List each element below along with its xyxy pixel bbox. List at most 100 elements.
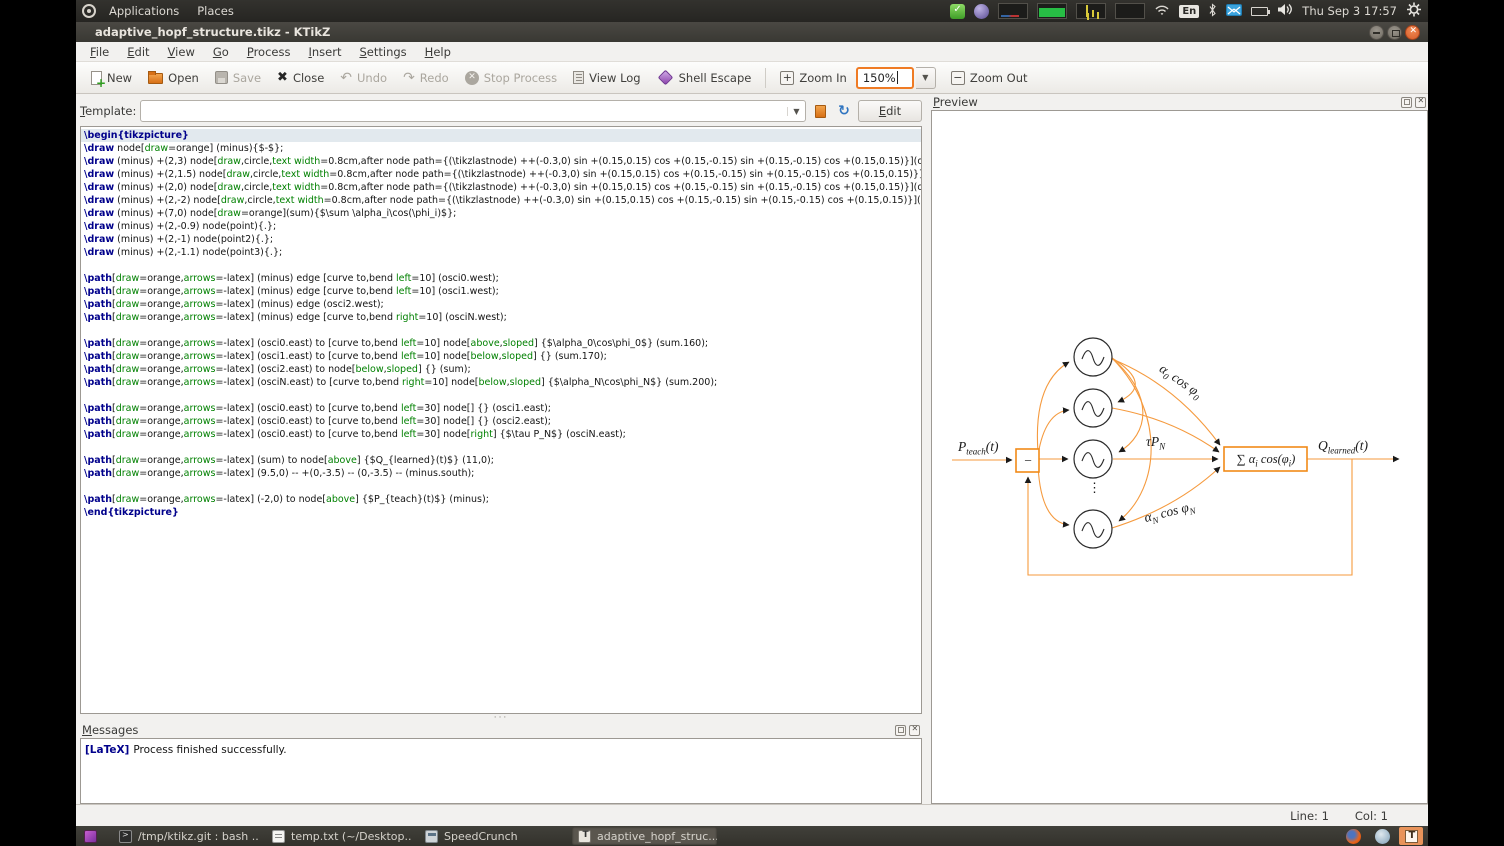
clock[interactable]: Thu Sep 3 17:57 [1302,4,1397,18]
taskbar-window-button[interactable]: /tmp/ktikz.git : bash ... [113,827,258,845]
preview-float-icon[interactable] [1401,97,1412,108]
sum-label: ∑ αi cos(φi) [1225,448,1307,471]
taskbar: /tmp/ktikz.git : bash ... temp.txt (~/Des… [76,826,1428,846]
cpu-monitor-icon[interactable] [998,3,1028,19]
zoom-level-input[interactable]: 150% [856,67,914,89]
system-tray: En Thu Sep 3 17:57 [950,2,1422,20]
code-line: \draw (minus) +(2,0) node[draw,circle,te… [81,181,921,194]
q-learned-label: Qlearned(t) [1318,438,1368,456]
task-list: /tmp/ktikz.git : bash ... temp.txt (~/Des… [113,827,717,845]
menu-edit[interactable]: Edit [119,43,157,61]
minimize-button[interactable] [1369,25,1384,40]
zoom-out-button[interactable]: Zoom Out [944,66,1035,90]
places-menu[interactable]: Places [192,2,239,20]
coupling-label: τPN [1146,434,1165,452]
messages-float-icon[interactable] [895,725,906,736]
save-button[interactable]: Save [208,66,268,90]
taskbar-window-button[interactable]: adaptive_hopf_struc... [572,827,717,845]
status-col: Col: 1 [1355,809,1388,823]
new-button[interactable]: New [84,66,139,90]
code-line [81,389,921,402]
preview-close-icon[interactable] [1415,97,1426,108]
template-dropdown-arrow-icon[interactable]: ▼ [787,107,805,116]
code-line: \path[draw=orange,arrows=-latex] (minus)… [81,272,921,285]
zoom-in-button[interactable]: Zoom In [773,66,854,90]
firefox-icon [1346,829,1361,844]
code-line: \draw (minus) +(2,3) node[draw,circle,te… [81,155,921,168]
code-line: \end{tikzpicture} [81,506,921,519]
open-label: Open [168,71,199,85]
template-open-button[interactable] [810,101,830,121]
code-line: \draw (minus) +(2,1.5) node[draw,circle,… [81,168,921,181]
code-line: \path[draw=orange,arrows=-latex] (minus)… [81,298,921,311]
zoom-out-icon [951,71,965,85]
zoom-dropdown-button[interactable]: ▼ [916,67,936,89]
toolbar-separator [765,68,766,88]
undo-label: Undo [357,71,387,85]
editor-messages-splitter[interactable]: ··· [80,714,922,722]
ok-check-icon[interactable] [950,4,965,19]
preview-canvas[interactable]: Pteach(t) Qlearned(t) − ∑ αi cos(φi) τPN… [931,110,1428,804]
template-edit-button[interactable]: Edit [858,100,922,122]
battery-icon[interactable] [1251,7,1268,16]
ktikz-icon [578,830,591,843]
close-file-icon [277,70,288,85]
menu-go[interactable]: Go [205,43,237,61]
code-line: \begin{tikzpicture} [81,129,921,142]
browser-launcher[interactable] [1370,827,1394,845]
volume-icon[interactable] [1277,3,1293,19]
menu-process[interactable]: Process [239,43,299,61]
taskbar-window-button[interactable]: SpeedCrunch [419,827,564,845]
refresh-icon [838,103,850,119]
shell-escape-button[interactable]: Shell Escape [650,66,759,90]
open-button[interactable]: Open [141,66,206,90]
messages-log[interactable]: [LaTeX]Process finished successfully. [80,738,922,804]
bluetooth-icon[interactable] [1208,3,1217,20]
menu-view[interactable]: View [160,43,203,61]
applications-menu[interactable]: Applications [104,2,184,20]
keyboard-layout-indicator[interactable]: En [1179,5,1199,18]
redo-button[interactable]: Redo [396,66,456,90]
window-titlebar[interactable]: adaptive_hopf_structure.tikz - KTikZ [76,22,1428,42]
menu-insert[interactable]: Insert [300,43,349,61]
code-line: \path[draw=orange,arrows=-latex] (osci2.… [81,363,921,376]
wifi-icon[interactable] [1154,3,1170,19]
shell-escape-label: Shell Escape [679,71,752,85]
template-reload-button[interactable] [834,101,854,121]
code-line: \draw (minus) +(2,-1) node(point2){.}; [81,233,921,246]
show-desktop-icon[interactable] [84,830,97,843]
code-line: \draw node[draw=orange] (minus){$-$}; [81,142,921,155]
stop-process-button[interactable]: Stop Process [458,66,564,90]
maximize-button[interactable] [1387,25,1402,40]
mail-icon[interactable] [1226,4,1242,19]
menu-settings[interactable]: Settings [351,43,414,61]
code-editor[interactable]: \begin{tikzpicture}\draw node[draw=orang… [80,126,922,714]
tex-editor-launcher[interactable] [1399,827,1423,845]
messages-close-icon[interactable] [909,725,920,736]
menubar: FileEditViewGoProcessInsertSettingsHelp [76,42,1428,62]
template-combobox[interactable]: ▼ [140,100,806,122]
undo-button[interactable]: Undo [333,66,394,90]
close-file-button[interactable]: Close [270,66,331,90]
redo-label: Redo [420,71,449,85]
stop-label: Stop Process [484,71,557,85]
close-label: Close [293,71,324,85]
close-button[interactable] [1405,25,1420,40]
edit-label: Edit [879,104,901,118]
zoom-in-icon [780,71,794,85]
menu-help[interactable]: Help [417,43,459,61]
code-line [81,441,921,454]
code-line: \draw (minus) +(7,0) node[draw=orange](s… [81,207,921,220]
distro-logo-icon[interactable] [82,4,96,18]
firefox-launcher[interactable] [1341,827,1365,845]
memory-monitor-icon[interactable] [1037,3,1067,19]
menu-file[interactable]: File [82,43,117,61]
swap-monitor-icon[interactable] [1115,3,1145,19]
network-monitor-icon[interactable] [1076,3,1106,19]
template-file-icon [815,105,826,118]
taskbar-window-button[interactable]: temp.txt (~/Desktop... [266,827,411,845]
view-log-button[interactable]: View Log [566,66,648,90]
session-gear-icon[interactable] [1406,2,1422,20]
indicator-orb-icon[interactable] [974,4,989,19]
code-line [81,259,921,272]
